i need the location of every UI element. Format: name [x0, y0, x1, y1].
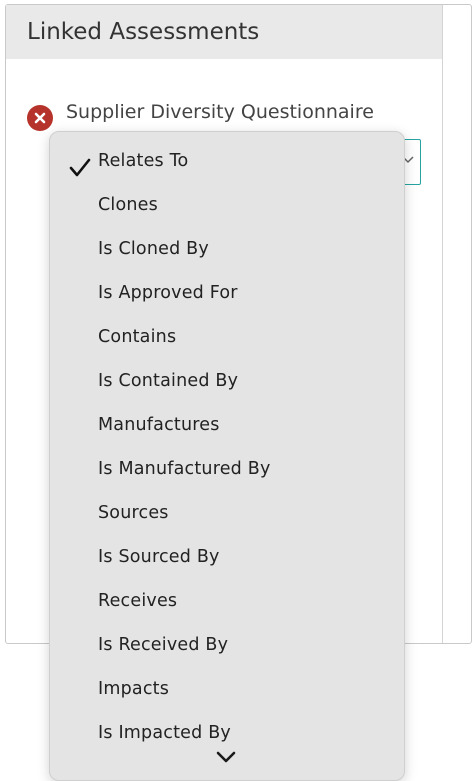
- dropdown-option[interactable]: Is Manufactured By: [50, 444, 404, 488]
- dropdown-option[interactable]: Receives: [50, 576, 404, 620]
- dropdown-option[interactable]: Is Received By: [50, 620, 404, 664]
- dropdown-option[interactable]: Is Impacted By: [50, 708, 404, 752]
- dropdown-option[interactable]: Clones: [50, 180, 404, 224]
- dropdown-option-label: Is Sourced By: [98, 547, 220, 567]
- chevron-down-icon[interactable]: [212, 748, 240, 766]
- dropdown-option[interactable]: Relates To: [50, 136, 404, 180]
- assessment-name: Supplier Diversity Questionnaire: [66, 101, 374, 123]
- dropdown-option[interactable]: Impacts: [50, 664, 404, 708]
- dropdown-option-label: Relates To: [98, 151, 189, 171]
- dropdown-option-label: Is Approved For: [98, 283, 238, 303]
- dropdown-option-label: Is Received By: [98, 635, 229, 655]
- dropdown-option[interactable]: Is Contained By: [50, 356, 404, 400]
- dropdown-option[interactable]: Is Sourced By: [50, 532, 404, 576]
- dropdown-option-label: Receives: [98, 591, 178, 611]
- dropdown-option[interactable]: Manufactures: [50, 400, 404, 444]
- dropdown-option-label: Is Cloned By: [98, 239, 209, 259]
- dropdown-option-label: Clones: [98, 195, 158, 215]
- dropdown-option[interactable]: Is Cloned By: [50, 224, 404, 268]
- panel-title: Linked Assessments: [27, 19, 260, 45]
- dropdown-option-label: Is Impacted By: [98, 723, 231, 743]
- dropdown-option[interactable]: Sources: [50, 488, 404, 532]
- dropdown-option-label: Is Manufactured By: [98, 459, 271, 479]
- relationship-dropdown-menu[interactable]: Is Impacted By Impacts Is Received By Recei…: [49, 131, 405, 781]
- dropdown-option[interactable]: Contains: [50, 312, 404, 356]
- dropdown-option-label: Manufactures: [98, 415, 220, 435]
- dropdown-option-label: Is Contained By: [98, 371, 239, 391]
- dropdown-option[interactable]: Is Approved For: [50, 268, 404, 312]
- checkmark-icon: [69, 158, 91, 177]
- dropdown-option-label: Sources: [98, 503, 169, 523]
- close-circle-icon[interactable]: [27, 105, 53, 131]
- dropdown-option-label: Impacts: [98, 679, 170, 699]
- panel-header: Linked Assessments: [6, 5, 442, 59]
- panel-divider: [442, 5, 443, 643]
- dropdown-option-label: Contains: [98, 327, 177, 347]
